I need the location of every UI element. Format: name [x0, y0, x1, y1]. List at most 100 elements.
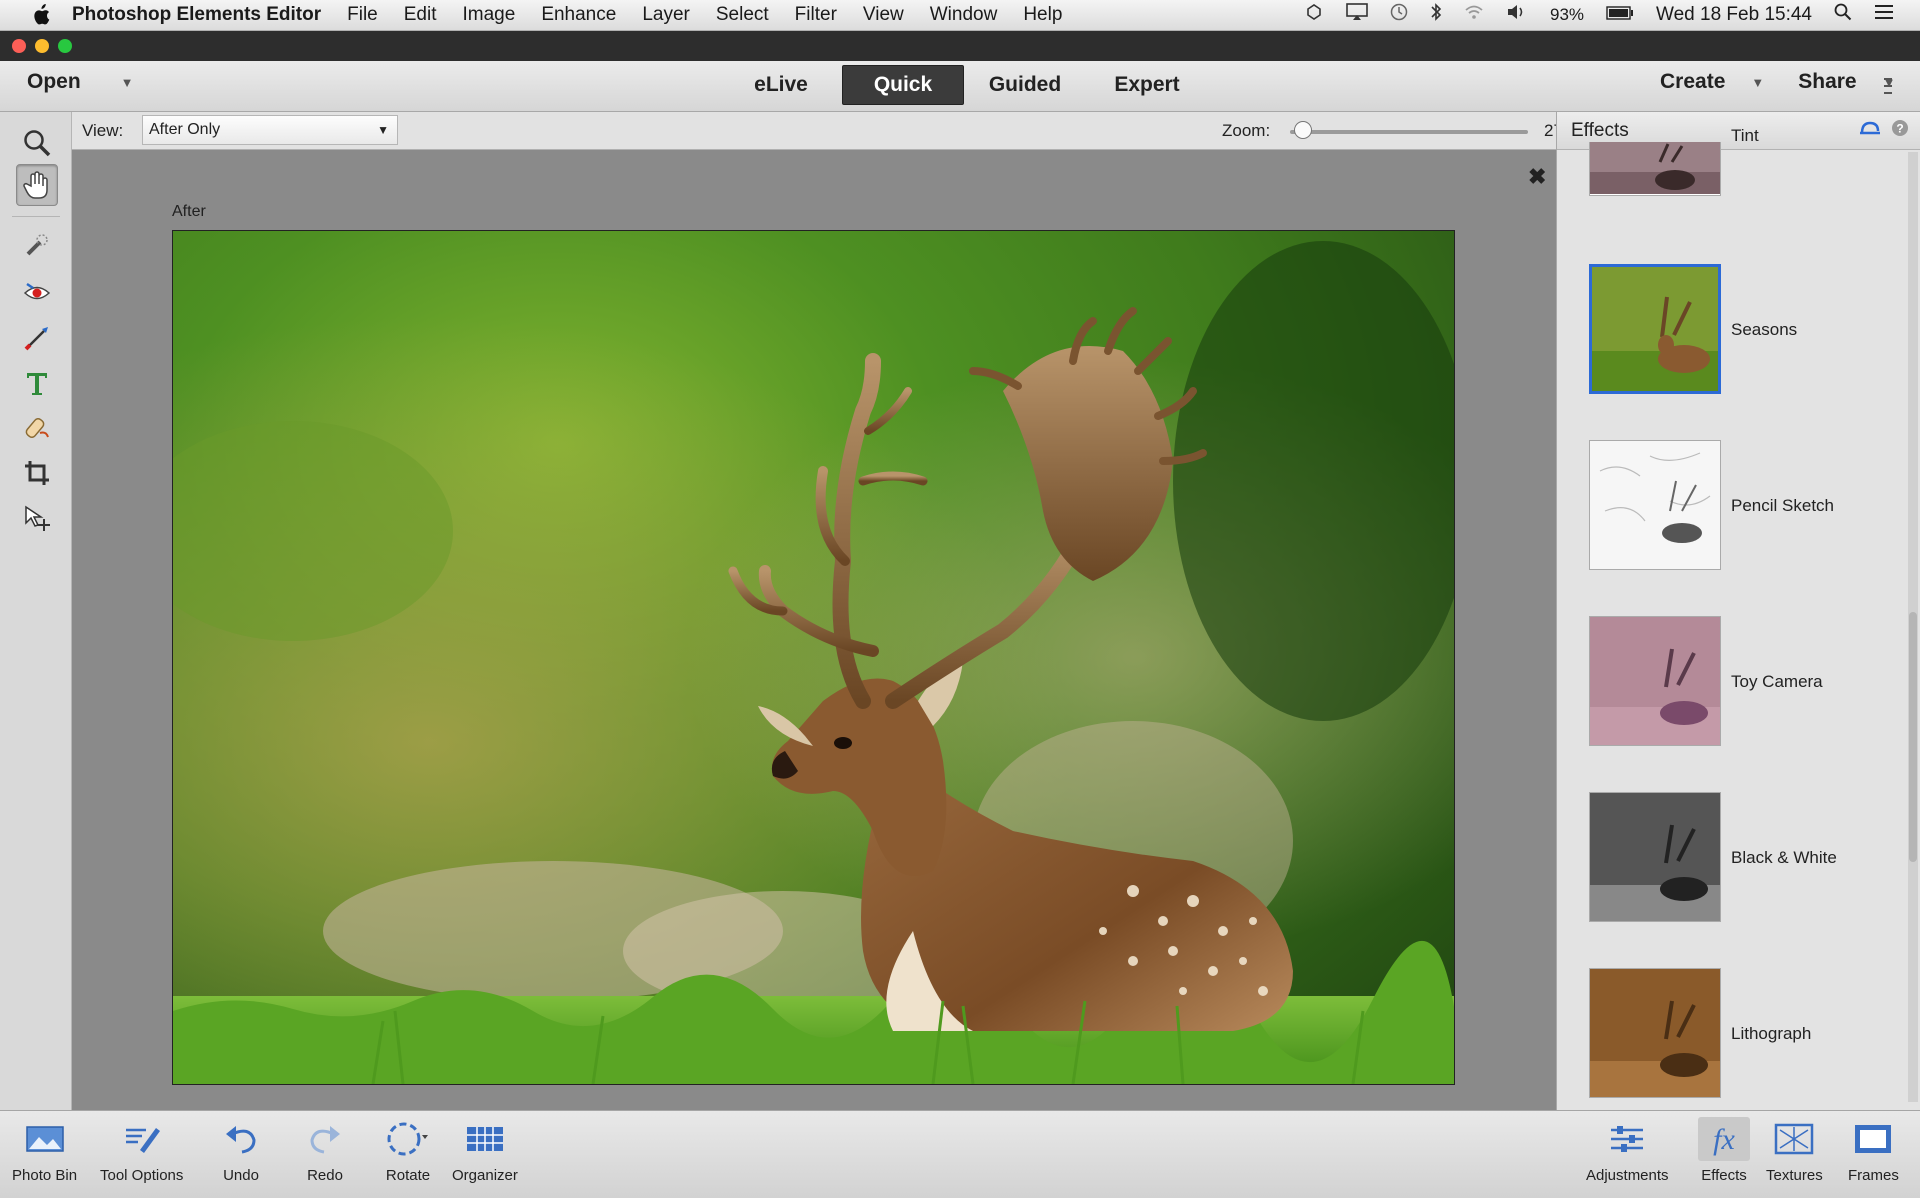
red-eye-icon[interactable] — [16, 272, 58, 314]
effect-thumb-black-white[interactable] — [1589, 792, 1721, 922]
tool-options-button[interactable]: Tool Options — [100, 1117, 183, 1184]
create-dropdown-icon[interactable]: ▼ — [1751, 75, 1764, 90]
reset-panel-icon[interactable] — [1859, 119, 1881, 143]
effect-label-seasons[interactable]: Seasons — [1731, 320, 1797, 340]
zoom-slider-handle[interactable] — [1294, 121, 1313, 139]
frames-button[interactable]: Frames — [1848, 1117, 1899, 1184]
zoom-label: Zoom: — [1222, 121, 1271, 140]
image-canvas[interactable]: After ✖ — [72, 150, 1556, 1110]
spot-healing-icon[interactable] — [16, 407, 58, 449]
quick-selection-icon[interactable] — [16, 224, 58, 266]
wifi-icon[interactable] — [1464, 4, 1484, 26]
menu-select[interactable]: Select — [716, 4, 769, 26]
undo-label: Undo — [223, 1167, 259, 1184]
redo-button[interactable]: Redo — [306, 1117, 344, 1184]
hand-tool-icon[interactable] — [16, 164, 58, 206]
zoom-tool-icon[interactable] — [16, 122, 58, 164]
effect-thumb-pencil-sketch[interactable] — [1589, 440, 1721, 570]
whiten-teeth-icon[interactable] — [16, 317, 58, 359]
textures-icon — [1774, 1117, 1814, 1161]
rotate-label: Rotate — [385, 1167, 431, 1184]
open-button[interactable]: Open — [27, 70, 81, 94]
bluetooth-icon[interactable] — [1430, 2, 1442, 28]
toolbar-overflow-icon[interactable] — [1882, 75, 1894, 103]
effect-thumb-seasons[interactable] — [1589, 264, 1721, 394]
svg-text:fx: fx — [1713, 1123, 1735, 1156]
menu-window[interactable]: Window — [930, 4, 998, 26]
create-button[interactable]: Create — [1660, 70, 1725, 94]
menu-filter[interactable]: Filter — [795, 4, 837, 26]
effect-label-tint[interactable]: Tint — [1731, 126, 1759, 146]
scrollbar-thumb[interactable] — [1909, 612, 1917, 862]
minimize-window-button[interactable] — [35, 39, 49, 53]
help-icon[interactable]: ? — [1891, 119, 1909, 143]
photo-bin-icon — [25, 1117, 65, 1161]
menu-layer[interactable]: Layer — [642, 4, 690, 26]
zoom-slider[interactable] — [1290, 130, 1528, 134]
effects-scrollbar[interactable] — [1908, 152, 1918, 1102]
effect-thumb-tint[interactable] — [1589, 142, 1721, 196]
adjustments-icon — [1607, 1117, 1647, 1161]
spotlight-search-icon[interactable] — [1834, 3, 1852, 27]
clock[interactable]: Wed 18 Feb 15:44 — [1656, 4, 1812, 26]
share-button[interactable]: Share — [1798, 70, 1856, 94]
effects-button[interactable]: fx Effects — [1698, 1117, 1750, 1184]
effects-panel: Effects ? Tint Seasons Pencil Sketch Toy… — [1556, 112, 1920, 1110]
textures-button[interactable]: Textures — [1766, 1117, 1823, 1184]
effect-thumb-lithograph[interactable] — [1589, 968, 1721, 1098]
menu-image[interactable]: Image — [463, 4, 516, 26]
battery-percent: 93% — [1549, 5, 1585, 24]
notification-center-icon[interactable] — [1874, 4, 1894, 26]
airplay-icon[interactable] — [1346, 3, 1368, 27]
effect-thumb-toy-camera[interactable] — [1589, 616, 1721, 746]
menu-edit[interactable]: Edit — [404, 4, 437, 26]
deer-photo[interactable] — [172, 230, 1455, 1085]
effects-label: Effects — [1701, 1167, 1747, 1184]
undo-icon — [222, 1117, 260, 1161]
rotate-button[interactable]: Rotate — [384, 1117, 432, 1184]
view-dropdown-value: After Only — [149, 121, 221, 138]
window-titlebar — [0, 31, 1920, 61]
tools-panel — [0, 112, 72, 1110]
effect-label-black-white[interactable]: Black & White — [1731, 848, 1837, 868]
close-document-icon[interactable]: ✖ — [1528, 164, 1546, 190]
apple-icon[interactable] — [26, 4, 56, 26]
menu-help[interactable]: Help — [1023, 4, 1062, 26]
volume-icon[interactable] — [1506, 3, 1528, 27]
battery-icon[interactable] — [1606, 4, 1634, 26]
mode-elive-label: eLive — [754, 73, 808, 96]
mode-guided[interactable]: Guided — [964, 65, 1086, 105]
system-menubar: Photoshop Elements Editor File Edit Imag… — [0, 0, 1920, 31]
effect-label-pencil-sketch[interactable]: Pencil Sketch — [1731, 496, 1834, 516]
menu-view[interactable]: View — [863, 4, 904, 26]
time-machine-icon[interactable] — [1390, 3, 1408, 27]
adjustments-button[interactable]: Adjustments — [1586, 1117, 1669, 1184]
textures-label: Textures — [1766, 1167, 1823, 1184]
organizer-button[interactable]: Organizer — [452, 1117, 518, 1184]
effect-label-toy-camera[interactable]: Toy Camera — [1731, 672, 1823, 692]
open-recent-dropdown-icon[interactable]: ▼ — [121, 75, 134, 90]
crop-tool-icon[interactable] — [16, 452, 58, 494]
menu-enhance[interactable]: Enhance — [541, 4, 616, 26]
move-tool-icon[interactable] — [16, 497, 58, 539]
view-options-bar: View: After Only ▼ Zoom: 27% — [72, 112, 1578, 150]
view-dropdown[interactable]: After Only ▼ — [142, 115, 398, 145]
after-label: After — [172, 203, 206, 220]
creative-cloud-icon[interactable] — [1304, 3, 1324, 27]
bottom-taskbar: Photo Bin Tool Options Undo Redo Rotate … — [0, 1110, 1920, 1198]
menu-file[interactable]: File — [347, 4, 378, 26]
mode-expert[interactable]: Expert — [1086, 65, 1208, 105]
photo-bin-button[interactable]: Photo Bin — [12, 1117, 77, 1184]
mode-quick[interactable]: Quick — [842, 65, 964, 105]
rotate-icon — [384, 1117, 432, 1161]
effect-label-lithograph[interactable]: Lithograph — [1731, 1024, 1811, 1044]
effects-fx-icon: fx — [1698, 1117, 1750, 1161]
zoom-window-button[interactable] — [58, 39, 72, 53]
close-window-button[interactable] — [12, 39, 26, 53]
mode-quick-label: Quick — [873, 73, 933, 96]
type-tool-icon[interactable] — [16, 362, 58, 404]
mode-switcher: eLive Quick Guided Expert — [720, 65, 1208, 105]
tool-options-icon — [122, 1117, 162, 1161]
undo-button[interactable]: Undo — [222, 1117, 260, 1184]
mode-elive[interactable]: eLive — [720, 65, 842, 105]
